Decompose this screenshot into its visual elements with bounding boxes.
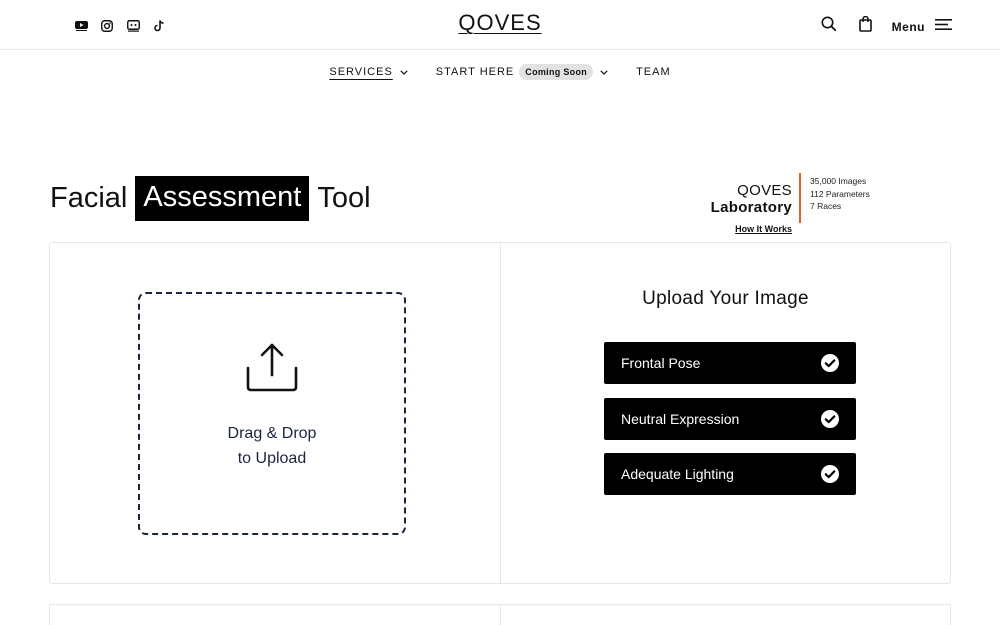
stat-races: 7 Races [810, 201, 842, 211]
nav-item-label: SERVICES [329, 66, 393, 78]
lab-accent-bar [799, 173, 801, 223]
dropzone-line-2: to Upload [237, 450, 307, 467]
coming-soon-badge: Coming Soon [519, 64, 594, 80]
check-circle-icon [821, 410, 839, 428]
lower-panel-left [49, 604, 501, 625]
requirement-label: Adequate Lighting [621, 466, 734, 482]
upload-icon [245, 342, 299, 397]
lab-info: QOVES Laboratory How It Works [654, 182, 792, 237]
title-pre: Facial [50, 182, 128, 214]
requirement-label: Frontal Pose [621, 355, 701, 371]
nav-item-label: START HERE [435, 66, 515, 78]
lower-panel-right [500, 604, 951, 625]
lab-stats: 35,000 Images 112 Parameters 7 Races [810, 175, 870, 213]
page-title: Facial Assessment Tool [50, 176, 371, 221]
requirement-label: Neutral Expression [621, 411, 740, 427]
lab-brand: QOVES [737, 182, 792, 199]
site-header: QOVES Menu [0, 0, 1000, 50]
upload-dropzone[interactable]: Drag & Drop to Upload [138, 292, 406, 535]
requirement-frontal-pose: Frontal Pose [604, 342, 856, 384]
search-icon[interactable] [821, 16, 837, 37]
how-it-works-link[interactable]: How It Works [735, 224, 792, 234]
requirement-adequate-lighting: Adequate Lighting [604, 453, 856, 495]
stat-parameters: 112 Parameters [810, 188, 870, 199]
requirements-panel: Upload Your Image Frontal Pose Neutral E… [500, 242, 951, 584]
hamburger-icon[interactable] [935, 18, 952, 36]
title-post: Tool [317, 182, 371, 214]
dropzone-text: Drag & Drop to Upload [228, 421, 317, 471]
main-nav: SERVICES START HERE Coming Soon TEAM [0, 64, 1000, 80]
upload-panel: Drag & Drop to Upload [49, 242, 501, 584]
dropzone-line-1: Drag & Drop [227, 425, 317, 442]
chevron-down-icon [400, 69, 408, 75]
upload-title: Upload Your Image [642, 288, 809, 309]
check-circle-icon [821, 354, 839, 372]
title-highlight: Assessment [135, 176, 310, 221]
stat-images: 35,000 Images [810, 176, 867, 186]
header-actions: Menu [821, 15, 952, 37]
check-circle-icon [821, 465, 839, 483]
lab-name: QOVES Laboratory [654, 182, 792, 216]
nav-item-start-here[interactable]: START HERE Coming Soon [436, 64, 608, 80]
menu-button-label[interactable]: Menu [892, 20, 925, 34]
requirement-neutral-expression: Neutral Expression [604, 398, 856, 440]
nav-item-services[interactable]: SERVICES [329, 66, 408, 78]
nav-item-team[interactable]: TEAM [636, 66, 671, 78]
nav-item-label: TEAM [636, 66, 671, 78]
shopping-bag-icon[interactable] [858, 15, 872, 37]
lab-title: Laboratory [710, 199, 792, 216]
chevron-down-icon [600, 69, 608, 75]
